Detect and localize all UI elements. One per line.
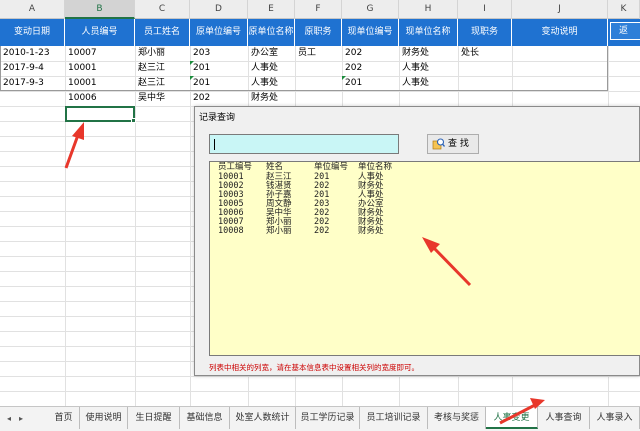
cell-row1-new-unit-id[interactable]: 202: [342, 46, 399, 61]
header-old-position: 原职务: [295, 19, 342, 46]
column-header-b[interactable]: B: [65, 0, 135, 19]
sheet-tab-birthday[interactable]: 生日提醒: [128, 407, 180, 429]
cell-row4-name[interactable]: 吴中华: [135, 91, 190, 106]
cell-row4-staff-id[interactable]: 10006: [65, 91, 135, 106]
cell-row2-date[interactable]: 2017-9-4: [0, 61, 65, 76]
find-button[interactable]: 查 找: [427, 134, 479, 154]
search-input[interactable]: [209, 134, 399, 154]
search-icon: [432, 138, 445, 150]
cell-row4-old-unit-id[interactable]: 202: [190, 91, 248, 106]
list-item-id: 10008: [218, 226, 244, 236]
sheet-tab-personnel-query[interactable]: 人事查询: [538, 407, 590, 429]
cell-row2-staff-id[interactable]: 10001: [65, 61, 135, 76]
column-header-f[interactable]: F: [295, 0, 342, 19]
list-header-unit-name: 单位名称: [358, 162, 393, 172]
cell-row3-old-unit-id[interactable]: 201: [190, 76, 248, 91]
find-button-label: 查 找: [448, 139, 469, 149]
column-header-i[interactable]: I: [458, 0, 512, 19]
cell-row1-name[interactable]: 郑小丽: [135, 46, 190, 61]
fill-handle[interactable]: [131, 118, 136, 123]
cell-row3-new-unit-id[interactable]: 201: [342, 76, 399, 91]
list-item-unit-name: 财务处: [358, 226, 384, 236]
error-marker-icon: [342, 76, 346, 80]
sheet-tab-dept-stats[interactable]: 处室人数统计: [230, 407, 296, 429]
list-item-unit-id: 202: [314, 226, 330, 236]
cell-row1-date[interactable]: 2010-1-23: [0, 46, 65, 61]
column-header-h[interactable]: H: [399, 0, 458, 19]
return-button[interactable]: 返: [610, 22, 640, 40]
header-old-unit-name: 原单位名称: [248, 19, 295, 46]
sheet-tab-personnel-change[interactable]: 人事变更: [486, 407, 538, 429]
scroll-right-icon[interactable]: ▸: [14, 412, 28, 426]
sheet-tab-education[interactable]: 员工学历记录: [296, 407, 360, 429]
error-marker-icon: [190, 61, 194, 65]
cell-row2-old-unit-name[interactable]: 人事处: [248, 61, 295, 76]
cell-row1-staff-id[interactable]: 10007: [65, 46, 135, 61]
sheet-tab-evaluation[interactable]: 考核与奖惩: [428, 407, 486, 429]
list-header-row: 员工编号 姓名 单位编号 单位名称: [210, 163, 392, 172]
header-change-date: 变动日期: [0, 19, 65, 46]
column-header-k[interactable]: K: [608, 0, 640, 19]
cell-row1-old-position[interactable]: 员工: [295, 46, 342, 61]
cell-row3-old-unit-name[interactable]: 人事处: [248, 76, 295, 91]
dialog-hint-text: 列表中相关的列宽，请在基本信息表中设置相关列的宽度即可。: [209, 363, 419, 372]
cell-row3-staff-id[interactable]: 10001: [65, 76, 135, 91]
cell-row1-old-unit-id[interactable]: 203: [190, 46, 248, 61]
active-cell-selection[interactable]: [65, 106, 135, 122]
result-listbox[interactable]: 员工编号 姓名 单位编号 单位名称 10001 赵三江 201 人事处 1000…: [209, 161, 640, 356]
list-item[interactable]: 10008 郑小丽 202 财务处: [210, 226, 384, 236]
column-header-e[interactable]: E: [248, 0, 295, 19]
cell-row2-name[interactable]: 赵三江: [135, 61, 190, 76]
cell-row2-new-unit-id[interactable]: 202: [342, 61, 399, 76]
sheet-tab-home[interactable]: 首页: [48, 407, 80, 429]
sheet-tab-bar: ◂ ▸ 首页 使用说明 生日提醒 基础信息 处室人数统计 员工学历记录 员工培训…: [0, 406, 640, 431]
column-header-a[interactable]: A: [0, 0, 65, 19]
cell-row3-new-unit-name[interactable]: 人事处: [399, 76, 458, 91]
list-header-name: 姓名: [266, 162, 284, 172]
header-new-unit-name: 现单位名称: [399, 19, 458, 46]
table-header-row: 变动日期 人员编号 员工姓名 原单位编号 原单位名称 原职务 现单位编号 现单位…: [0, 19, 640, 46]
sheet-tab-basic-info[interactable]: 基础信息: [180, 407, 230, 429]
header-new-unit-id: 现单位编号: [342, 19, 399, 46]
column-header-j[interactable]: J: [512, 0, 608, 19]
dialog-title: 记录查询: [199, 113, 236, 123]
column-header-c[interactable]: C: [135, 0, 190, 19]
cell-row4-old-unit-name[interactable]: 财务处: [248, 91, 295, 106]
sheet-tab-instructions[interactable]: 使用说明: [80, 407, 128, 429]
list-item-name: 郑小丽: [266, 226, 292, 236]
cell-row2-new-unit-name[interactable]: 人事处: [399, 61, 458, 76]
cell-row1-old-unit-name[interactable]: 办公室: [248, 46, 295, 61]
list-header-unit-id: 单位编号: [314, 162, 349, 172]
cell-row3-date[interactable]: 2017-9-3: [0, 76, 65, 91]
column-header-g[interactable]: G: [342, 0, 399, 19]
text-caret: [214, 139, 215, 150]
sheet-tab-training[interactable]: 员工培训记录: [360, 407, 428, 429]
sheet-tab-personnel-entry[interactable]: 人事录入: [590, 407, 640, 429]
cell-row2-old-unit-id[interactable]: 201: [190, 61, 248, 76]
header-staff-id: 人员编号: [65, 19, 135, 46]
cell-row3-name[interactable]: 赵三江: [135, 76, 190, 91]
cell-row1-new-unit-name[interactable]: 财务处: [399, 46, 458, 61]
column-header-d[interactable]: D: [190, 0, 248, 19]
header-new-position: 现职务: [458, 19, 512, 46]
header-old-unit-id: 原单位编号: [190, 19, 248, 46]
header-change-note: 变动说明: [512, 19, 608, 46]
record-query-dialog: 记录查询 查 找 员工编号 姓名 单位编号 单位名称 10001 赵三江 201…: [194, 106, 640, 376]
list-header-id: 员工编号: [218, 162, 253, 172]
error-marker-icon: [190, 76, 194, 80]
header-staff-name: 员工姓名: [135, 19, 190, 46]
column-header-bar: A B C D E F G H I J K: [0, 0, 640, 19]
cell-row1-new-position[interactable]: 处长: [458, 46, 512, 61]
